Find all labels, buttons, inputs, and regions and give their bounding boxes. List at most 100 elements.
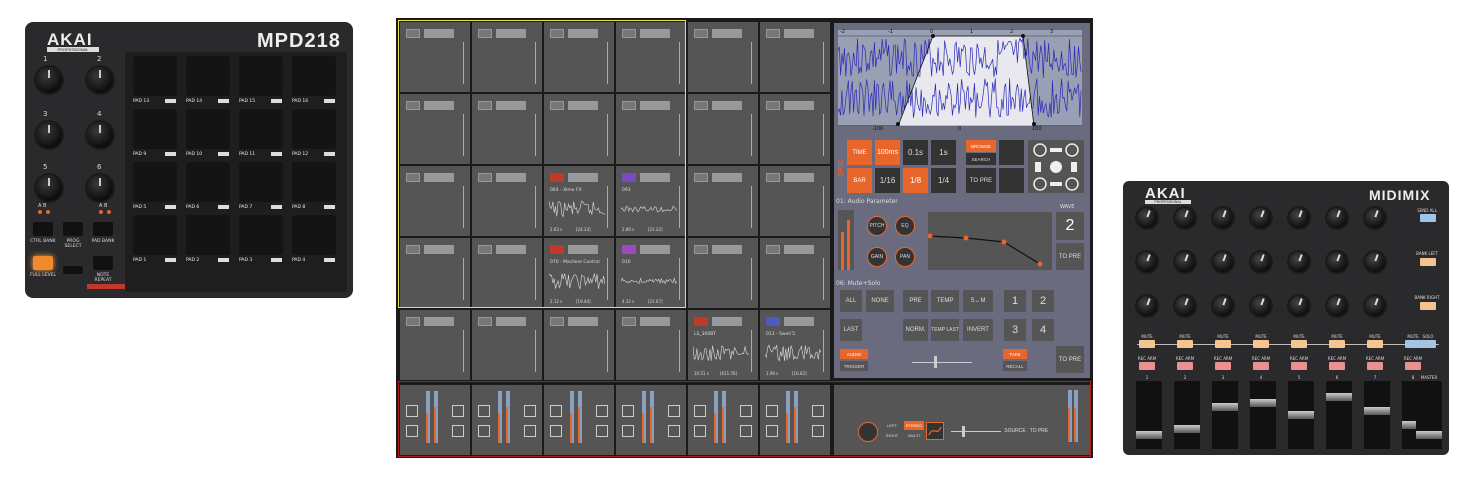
- transport-pad[interactable]: [1028, 140, 1084, 193]
- rec-arm-button[interactable]: [1405, 362, 1421, 370]
- pan-knob[interactable]: PAN: [895, 247, 915, 267]
- rec-arm-button[interactable]: [1329, 362, 1345, 370]
- send-all-button[interactable]: [1420, 214, 1436, 222]
- slot-indicator[interactable]: [550, 317, 564, 326]
- knob[interactable]: [36, 67, 62, 93]
- rec-arm-button[interactable]: [1253, 362, 1269, 370]
- master-fader[interactable]: [1068, 390, 1072, 442]
- to-pre-button[interactable]: TO PRE: [1056, 243, 1084, 270]
- drum-pad[interactable]: [239, 162, 283, 202]
- slot-indicator[interactable]: [622, 317, 636, 326]
- rec-arm-button[interactable]: [1139, 362, 1155, 370]
- drum-pad[interactable]: [292, 56, 336, 96]
- to-pre-button[interactable]: TO PRE: [1028, 422, 1050, 440]
- note-repeat-button[interactable]: [93, 256, 113, 270]
- to-pre-button[interactable]: TO PRE: [966, 168, 996, 193]
- mute-button[interactable]: [1177, 340, 1193, 348]
- clip-slot[interactable]: 013 - Swell 5 1.99 s [16.62]: [760, 310, 830, 380]
- eq-knob[interactable]: EQ: [895, 216, 915, 236]
- last-button[interactable]: LAST: [840, 319, 862, 341]
- pre-button[interactable]: PRE: [903, 290, 928, 312]
- clip-slot[interactable]: [760, 166, 830, 236]
- slot-indicator[interactable]: [694, 245, 708, 254]
- mix-knob[interactable]: [1251, 208, 1271, 228]
- mute-button[interactable]: [1405, 340, 1421, 348]
- mix-knob[interactable]: [1137, 252, 1157, 272]
- mix-knob[interactable]: [1175, 252, 1195, 272]
- clip-slot[interactable]: [616, 310, 686, 380]
- drum-pad[interactable]: [133, 109, 177, 149]
- drum-pad[interactable]: [292, 215, 336, 255]
- mix-knob[interactable]: [1175, 208, 1195, 228]
- mix-knob[interactable]: [858, 422, 878, 442]
- take-button[interactable]: TAKE: [1003, 349, 1027, 359]
- knob[interactable]: [36, 122, 62, 148]
- drum-pad[interactable]: [186, 162, 230, 202]
- clip-slot[interactable]: [760, 238, 830, 308]
- mix-knob[interactable]: [1213, 252, 1233, 272]
- balance-handle[interactable]: [962, 426, 965, 437]
- clip-slot[interactable]: [760, 22, 830, 92]
- channel-fader[interactable]: [1288, 411, 1314, 419]
- rec-arm-button[interactable]: [1215, 362, 1231, 370]
- mix-knob[interactable]: [1251, 252, 1271, 272]
- channel-fader[interactable]: [1174, 425, 1200, 433]
- rec-arm-button[interactable]: [1177, 362, 1193, 370]
- bank-right-button[interactable]: [1420, 302, 1436, 310]
- mute-button[interactable]: [1291, 340, 1307, 348]
- slot-indicator[interactable]: [694, 173, 708, 182]
- number-4-button[interactable]: 4: [1032, 319, 1054, 341]
- clip-slot[interactable]: [688, 22, 758, 92]
- pitch-knob[interactable]: PITCH: [867, 216, 887, 236]
- 1-16-button[interactable]: 1/16: [875, 168, 900, 193]
- mix-knob[interactable]: [1213, 296, 1233, 316]
- audio-button[interactable]: AUDIO: [840, 349, 868, 359]
- mix-knob[interactable]: [1365, 208, 1385, 228]
- crossfader-handle[interactable]: [934, 356, 937, 368]
- unlabeled-button[interactable]: [63, 266, 83, 274]
- swap-button[interactable]: S↔M: [963, 290, 993, 312]
- clip-slot[interactable]: [688, 94, 758, 164]
- mix-knob[interactable]: [1289, 252, 1309, 272]
- knob[interactable]: [87, 175, 113, 201]
- slot-indicator[interactable]: [694, 317, 708, 326]
- 100ms-button[interactable]: 100ms: [875, 140, 900, 165]
- 1-8-button[interactable]: 1/8: [903, 168, 928, 193]
- knob[interactable]: [36, 175, 62, 201]
- rec-arm-button[interactable]: [1367, 362, 1383, 370]
- drum-pad[interactable]: [133, 56, 177, 96]
- right-button[interactable]: RIGHT: [882, 431, 902, 440]
- mute-button[interactable]: [1329, 340, 1345, 348]
- knob[interactable]: [87, 67, 113, 93]
- slot-indicator[interactable]: [766, 29, 780, 38]
- stereo-button[interactable]: STEREO: [904, 421, 924, 430]
- prog-select-button[interactable]: [63, 222, 83, 236]
- 1s-button[interactable]: 1s: [931, 140, 956, 165]
- drum-pad[interactable]: [239, 56, 283, 96]
- temp-button[interactable]: TEMP: [931, 290, 959, 312]
- drum-pad[interactable]: [239, 109, 283, 149]
- drum-pad[interactable]: [292, 109, 336, 149]
- slot-indicator[interactable]: [766, 101, 780, 110]
- search-button[interactable]: SEARCH: [966, 153, 996, 165]
- pad-bank-button[interactable]: [93, 222, 113, 236]
- mute-button[interactable]: [1215, 340, 1231, 348]
- source-button[interactable]: SOURCE: [1004, 422, 1026, 440]
- all-button[interactable]: ALL: [840, 290, 862, 312]
- drum-pad[interactable]: [239, 215, 283, 255]
- number-3-button[interactable]: 3: [1004, 319, 1026, 341]
- gain-knob[interactable]: GAIN: [867, 247, 887, 267]
- mix-knob[interactable]: [1175, 296, 1195, 316]
- drum-pad[interactable]: [186, 56, 230, 96]
- empty-button[interactable]: [999, 168, 1024, 193]
- mute-button[interactable]: [1253, 340, 1269, 348]
- eq-curve[interactable]: [927, 212, 1052, 270]
- slot-indicator[interactable]: [694, 101, 708, 110]
- mute-button[interactable]: [1139, 340, 1155, 348]
- ctrl-bank-button[interactable]: [33, 222, 53, 236]
- clip-slot[interactable]: [400, 310, 470, 380]
- slot-indicator[interactable]: [766, 245, 780, 254]
- time-button[interactable]: TIME: [847, 140, 872, 165]
- bank-left-button[interactable]: [1420, 258, 1436, 266]
- mix-knob[interactable]: [1365, 252, 1385, 272]
